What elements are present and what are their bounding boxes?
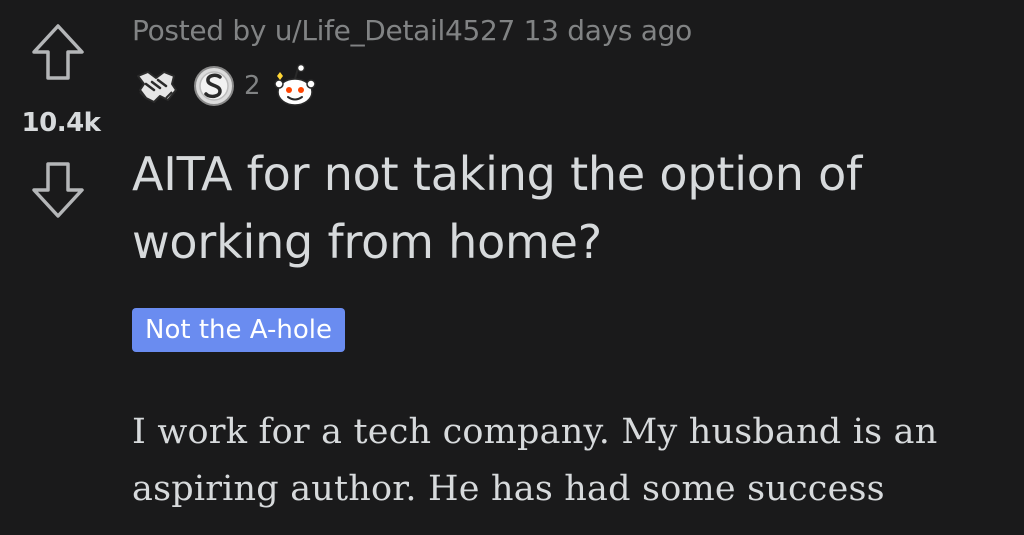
posted-by-prefix: Posted by xyxy=(132,14,275,47)
vote-column: 10.4k xyxy=(0,0,122,535)
downvote-arrow-icon xyxy=(30,160,86,220)
downvote-button[interactable] xyxy=(30,160,86,220)
post-flair[interactable]: Not the A-hole xyxy=(132,308,345,352)
handshake-award-icon[interactable] xyxy=(132,62,180,110)
awards-row[interactable]: 2 xyxy=(132,60,329,112)
wholesome-snoo-award-icon[interactable] xyxy=(271,62,319,110)
post-body: I work for a tech company. My husband is… xyxy=(132,412,938,509)
vote-score: 10.4k xyxy=(21,108,101,138)
author-link[interactable]: u/Life_Detail4527 xyxy=(275,14,516,47)
post-title[interactable]: AITA for not taking the option of workin… xyxy=(132,140,1012,276)
upvote-button[interactable] xyxy=(30,22,86,82)
silver-award-icon[interactable] xyxy=(190,62,238,110)
upvote-arrow-icon xyxy=(30,22,86,82)
post-content: Posted by u/Life_Detail4527 13 days ago … xyxy=(132,0,1012,535)
post-meta: Posted by u/Life_Detail4527 13 days ago xyxy=(132,14,692,47)
post-time: 13 days ago xyxy=(515,14,693,47)
silver-award-count: 2 xyxy=(244,71,261,101)
